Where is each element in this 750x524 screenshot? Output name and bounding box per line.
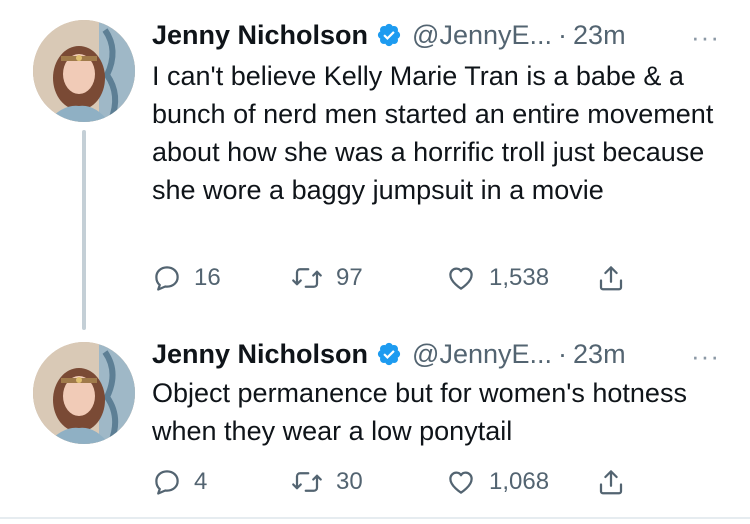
author-avatar[interactable] bbox=[33, 342, 135, 444]
retweet-icon bbox=[292, 472, 322, 492]
like-icon bbox=[449, 267, 473, 290]
divider bbox=[0, 517, 750, 519]
tweet-text: Object permanence but for women's hotnes… bbox=[152, 378, 687, 446]
author-handle[interactable]: @JennyE... bbox=[412, 20, 552, 51]
thread-connector-line bbox=[82, 130, 86, 330]
verified-badge-icon bbox=[376, 341, 402, 367]
reply-icon bbox=[155, 470, 179, 495]
separator-dot: · bbox=[558, 338, 568, 369]
share-icon bbox=[599, 470, 623, 495]
verified-badge-icon bbox=[376, 22, 402, 48]
tweet-header: Jenny Nicholson @JennyE... · 23m bbox=[152, 15, 626, 55]
reply-button[interactable]: 16 bbox=[152, 258, 221, 298]
author-name[interactable]: Jenny Nicholson bbox=[152, 339, 368, 370]
like-count: 1,068 bbox=[489, 468, 550, 495]
timestamp[interactable]: 23m bbox=[573, 339, 626, 370]
reply-icon bbox=[155, 266, 179, 291]
retweet-icon bbox=[292, 268, 322, 288]
tweet-text: I can't believe Kelly Marie Tran is a ba… bbox=[152, 61, 714, 205]
like-button[interactable]: 1,538 bbox=[445, 258, 549, 298]
tweet-actions: 4 30 1,068 bbox=[152, 462, 652, 502]
retweet-button[interactable]: 97 bbox=[290, 258, 363, 298]
like-icon bbox=[449, 471, 473, 494]
separator-dot: · bbox=[558, 19, 568, 50]
like-count: 1,538 bbox=[489, 264, 550, 291]
timestamp[interactable]: 23m bbox=[573, 20, 626, 51]
reply-count: 4 bbox=[194, 468, 208, 495]
retweet-count: 97 bbox=[336, 264, 363, 291]
share-button[interactable] bbox=[596, 462, 638, 502]
more-options-icon[interactable]: ··· bbox=[691, 341, 720, 372]
more-options-icon[interactable]: ··· bbox=[691, 22, 720, 53]
share-icon bbox=[599, 266, 623, 291]
author-name[interactable]: Jenny Nicholson bbox=[152, 20, 368, 51]
like-button[interactable]: 1,068 bbox=[445, 462, 549, 502]
retweet-count: 30 bbox=[336, 468, 363, 495]
tweet-actions: 16 97 1,538 bbox=[152, 258, 652, 298]
reply-count: 16 bbox=[194, 264, 221, 291]
author-avatar[interactable] bbox=[33, 20, 135, 122]
tweet-header: Jenny Nicholson @JennyE... · 23m bbox=[152, 334, 626, 374]
retweet-button[interactable]: 30 bbox=[290, 462, 363, 502]
reply-button[interactable]: 4 bbox=[152, 462, 207, 502]
share-button[interactable] bbox=[596, 258, 638, 298]
author-handle[interactable]: @JennyE... bbox=[412, 339, 552, 370]
